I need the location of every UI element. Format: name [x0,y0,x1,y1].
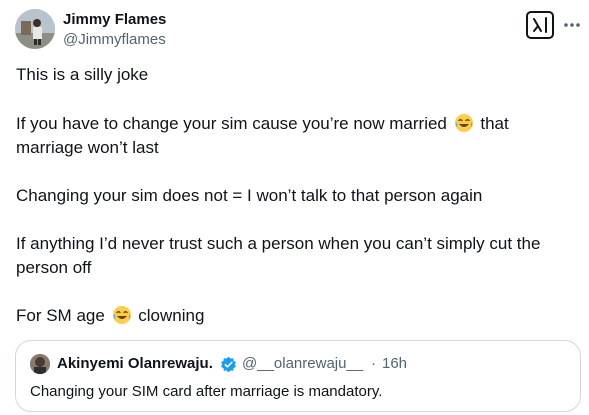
tweet-text-line: This is a silly joke [16,65,149,84]
tweet-paragraph-married: If you have to change your sim cause you… [16,112,576,136]
tweet-text-line: Changing your sim does not = I won’t tal… [16,186,483,205]
tweet-text-span: clowning [138,306,205,325]
quoted-timestamp[interactable]: 16h [382,355,407,373]
quoted-tweet[interactable]: Akinyemi Olanrewaju. @__olanrewaju__ · 1… [15,340,581,412]
grok-glyph [533,17,547,33]
quoted-avatar-photo [30,354,50,374]
tweet-text-span: that [480,114,509,133]
more-dots-icon[interactable] [561,14,583,36]
quoted-author-handle[interactable]: @__olanrewaju__ [242,355,363,373]
verified-badge-icon [221,356,236,373]
tweet-text-line: person off [16,258,92,277]
tweet-text-span: For SM age [16,306,105,325]
author-avatar[interactable] [15,9,55,49]
avatar-photo [15,9,55,49]
author-handle[interactable]: @Jimmyflames [63,31,166,49]
quoted-author-name[interactable]: Akinyemi Olanrewaju. [57,355,213,373]
quoted-tweet-text: Changing your SIM card after marriage is… [30,383,383,400]
quoted-author-avatar[interactable] [30,354,50,374]
face-with-tears-of-joy-icon [112,306,131,324]
grok-icon[interactable] [526,11,554,39]
tweet-text-line: marriage won’t last [16,138,159,157]
tweet-card: Jimmy Flames @Jimmyflames This is a sill… [0,0,589,415]
face-with-tears-of-joy-icon [454,114,473,132]
quoted-separator: · [371,355,376,372]
tweet-text-span: If you have to change your sim cause you… [16,114,447,133]
author-name[interactable]: Jimmy Flames [63,11,166,29]
tweet-text-line: If anything I’d never trust such a perso… [16,234,541,253]
tweet-paragraph-sm-age: For SM age clowning [16,304,576,328]
more-dots-glyph [564,23,580,27]
